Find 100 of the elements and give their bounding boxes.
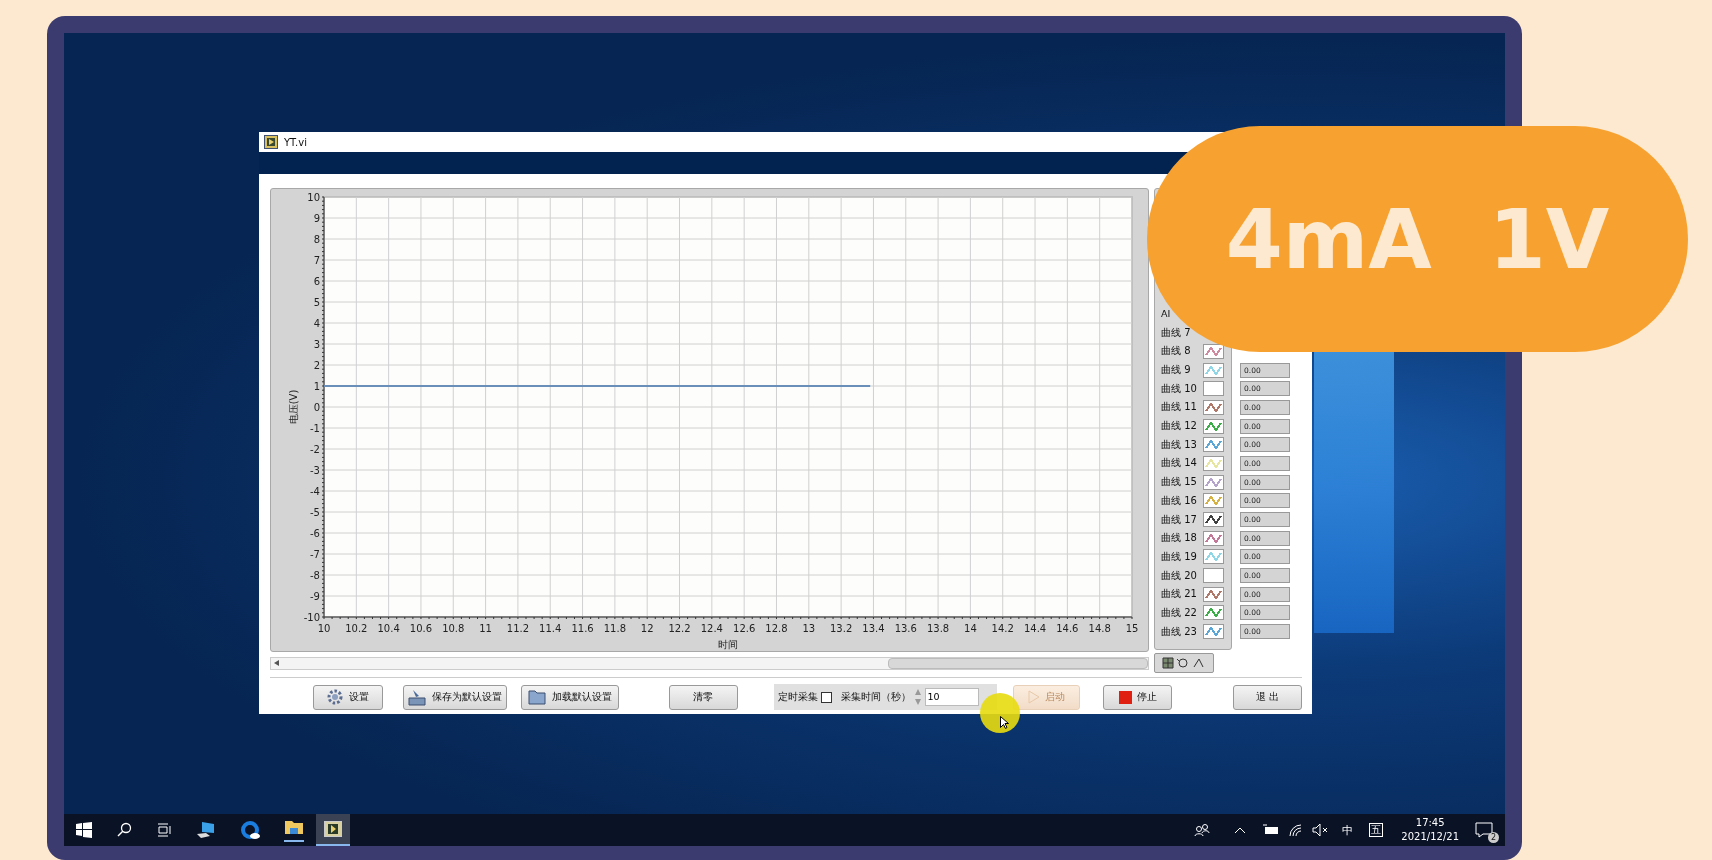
x-tick-label: 13.4 <box>862 623 885 634</box>
search-icon[interactable] <box>116 822 132 838</box>
y-tick-label: 2 <box>313 359 320 371</box>
taskbar-app-button[interactable] <box>316 814 350 846</box>
curve-label: 曲线 8 <box>1161 344 1192 359</box>
line-style-swatch[interactable] <box>1203 512 1224 528</box>
task-view-icon[interactable] <box>156 822 172 838</box>
clock-time[interactable]: 17:45 <box>1415 816 1445 830</box>
curve-label: 曲线 15 <box>1161 475 1198 490</box>
y-tick-label: -6 <box>310 527 320 539</box>
line-style-swatch[interactable] <box>1203 493 1224 509</box>
notification-icon[interactable] <box>1475 822 1493 838</box>
browser-icon[interactable] <box>240 820 260 840</box>
horizontal-scrollbar[interactable] <box>270 656 1149 670</box>
x-tick-label: 12.6 <box>733 623 756 634</box>
time-input[interactable]: 10 <box>924 688 979 706</box>
curve-label: 曲线 20 <box>1161 568 1198 583</box>
line-style-swatch[interactable] <box>1203 418 1224 434</box>
line-style-swatch[interactable] <box>1203 362 1224 378</box>
x-tick-label: 11.2 <box>506 623 530 634</box>
graph-palette[interactable] <box>1154 653 1214 673</box>
curve-label: 曲线 9 <box>1161 363 1192 378</box>
x-tick-label: 10.6 <box>409 623 433 634</box>
line-style-swatch[interactable] <box>1203 568 1224 584</box>
y-tick-label: -8 <box>310 569 320 581</box>
line-style-swatch[interactable] <box>1203 605 1224 621</box>
legend-header: AI <box>1161 307 1171 322</box>
y-tick-label: 4 <box>313 317 320 329</box>
window-title: YT.vi <box>284 136 307 148</box>
control-button[interactable]: 停止 <box>1103 684 1173 710</box>
graph-tools-icon[interactable] <box>1162 657 1206 669</box>
line-style-swatch[interactable] <box>1203 343 1224 359</box>
line-style-swatch[interactable] <box>1203 437 1224 453</box>
y-tick-label: 10 <box>307 191 320 203</box>
y-tick-label: 7 <box>313 254 320 266</box>
scrollbar-thumb[interactable] <box>888 657 1148 669</box>
x-tick-label: 10.2 <box>345 623 368 634</box>
play-icon <box>1028 690 1041 704</box>
y-axis-title: 电压(V) <box>288 389 299 425</box>
line-style-swatch[interactable] <box>1203 549 1224 565</box>
line-style-swatch[interactable] <box>1203 381 1224 397</box>
y-tick-label: -9 <box>310 590 320 602</box>
curve-label: 曲线 12 <box>1161 419 1198 434</box>
x-tick-label: 11.8 <box>603 623 626 634</box>
y-tick-label: 3 <box>313 338 320 350</box>
toolbar-button[interactable]: 设置 <box>313 684 383 710</box>
folder-icon[interactable] <box>284 818 304 842</box>
chevron-up-icon[interactable] <box>1234 826 1247 834</box>
y-tick-label: -3 <box>310 464 320 476</box>
y-tick-label: 9 <box>313 212 320 224</box>
line-style-swatch[interactable] <box>1203 474 1224 490</box>
x-tick-label: 14 <box>964 623 977 634</box>
x-tick-label: 14.8 <box>1088 623 1111 634</box>
curve-label: 曲线 19 <box>1161 549 1198 564</box>
curve-label: 曲线 21 <box>1161 587 1198 602</box>
line-style-swatch[interactable] <box>1203 530 1224 546</box>
scroll-left-icon[interactable] <box>274 660 279 666</box>
y-tick-label: 1 <box>313 380 320 392</box>
computer-icon[interactable] <box>196 821 216 839</box>
y-tick-label: -7 <box>310 548 320 560</box>
curve-label: 曲线 11 <box>1161 400 1198 415</box>
x-tick-label: 10 <box>317 623 331 634</box>
y-tick-label: -1 <box>310 422 320 434</box>
toolbar-button[interactable]: 保存为默认设置 <box>402 684 507 710</box>
x-tick-label: 12 <box>640 623 654 634</box>
mouse-pointer-icon <box>1000 716 1009 729</box>
x-tick-label: 13.6 <box>894 623 917 634</box>
toolbar-button[interactable]: 清零 <box>668 684 738 710</box>
x-tick-label: 11 <box>479 623 492 634</box>
input-mode-indicator[interactable]: 五 <box>1369 823 1384 837</box>
y-tick-label: -10 <box>303 611 320 623</box>
curve-label: 曲线 18 <box>1161 531 1198 546</box>
line-style-swatch[interactable] <box>1203 586 1224 602</box>
control-button[interactable]: 退 出 <box>1233 684 1302 710</box>
x-tick-label: 11.4 <box>539 623 562 634</box>
line-style-swatch[interactable] <box>1203 624 1224 640</box>
y-tick-label: -2 <box>310 443 320 455</box>
curve-label: 曲线 10 <box>1161 381 1198 396</box>
curve-label: 曲线 17 <box>1161 512 1198 527</box>
gear-icon <box>326 688 345 706</box>
x-axis-title: 时间 <box>718 639 738 650</box>
x-tick-label: 14.2 <box>991 623 1014 634</box>
x-tick-label: 13.2 <box>830 623 853 634</box>
x-tick-label: 14.4 <box>1023 623 1047 634</box>
x-tick-label: 12.4 <box>700 623 723 634</box>
start-icon[interactable] <box>76 822 92 838</box>
x-tick-label: 15 <box>1125 623 1139 634</box>
notification-count: 2 <box>1488 832 1499 843</box>
x-tick-label: 13.8 <box>926 623 950 634</box>
toolbar-button[interactable]: 加载默认设置 <box>520 684 619 710</box>
people-icon[interactable] <box>1194 823 1211 837</box>
line-style-swatch[interactable] <box>1203 455 1224 471</box>
y-tick-label: 8 <box>313 233 320 245</box>
input-language-indicator[interactable]: 中 <box>1342 822 1354 838</box>
save-tray-icon <box>407 688 428 706</box>
line-style-swatch[interactable] <box>1203 399 1224 415</box>
x-tick-label: 12.2 <box>668 623 691 634</box>
curve-label: 曲线 16 <box>1161 493 1198 508</box>
timer-checkbox[interactable] <box>820 691 832 703</box>
clock-date[interactable]: 2021/12/21 <box>1401 830 1459 844</box>
